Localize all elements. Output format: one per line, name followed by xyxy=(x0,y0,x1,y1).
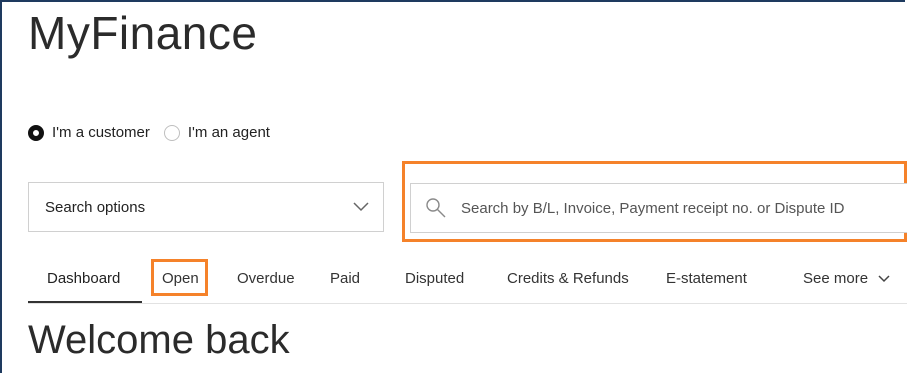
tab-overdue[interactable]: Overdue xyxy=(237,270,295,287)
tab-e-statement[interactable]: E-statement xyxy=(666,270,747,287)
welcome-heading: Welcome back xyxy=(28,318,290,362)
tab-see-more-label: See more xyxy=(803,270,869,287)
radio-agent-label: I'm an agent xyxy=(187,124,270,141)
search-options-label: Search options xyxy=(45,198,146,216)
radio-customer[interactable]: I'm a customer xyxy=(28,124,150,141)
search-input[interactable] xyxy=(461,199,891,217)
tab-dashboard[interactable]: Dashboard xyxy=(47,270,120,287)
open-tab-highlight-box xyxy=(151,259,208,296)
app-title: MyFinance xyxy=(28,7,258,59)
role-selector: I'm a customer I'm an agent xyxy=(28,124,284,141)
search-field[interactable] xyxy=(410,183,907,233)
search-icon xyxy=(426,198,446,218)
radio-customer-label: I'm a customer xyxy=(52,124,150,141)
radio-unchecked-icon[interactable] xyxy=(163,124,180,141)
tab-disputed[interactable]: Disputed xyxy=(405,270,464,287)
chevron-down-icon xyxy=(353,202,369,212)
tab-paid[interactable]: Paid xyxy=(330,270,360,287)
tab-credits-refunds[interactable]: Credits & Refunds xyxy=(507,270,629,287)
search-options-dropdown[interactable]: Search options xyxy=(28,182,384,232)
radio-checked-icon[interactable] xyxy=(28,124,44,141)
chevron-down-icon xyxy=(878,274,890,282)
tab-see-more[interactable]: See more xyxy=(803,270,890,287)
active-tab-indicator xyxy=(28,301,142,303)
radio-agent[interactable]: I'm an agent xyxy=(163,124,270,141)
